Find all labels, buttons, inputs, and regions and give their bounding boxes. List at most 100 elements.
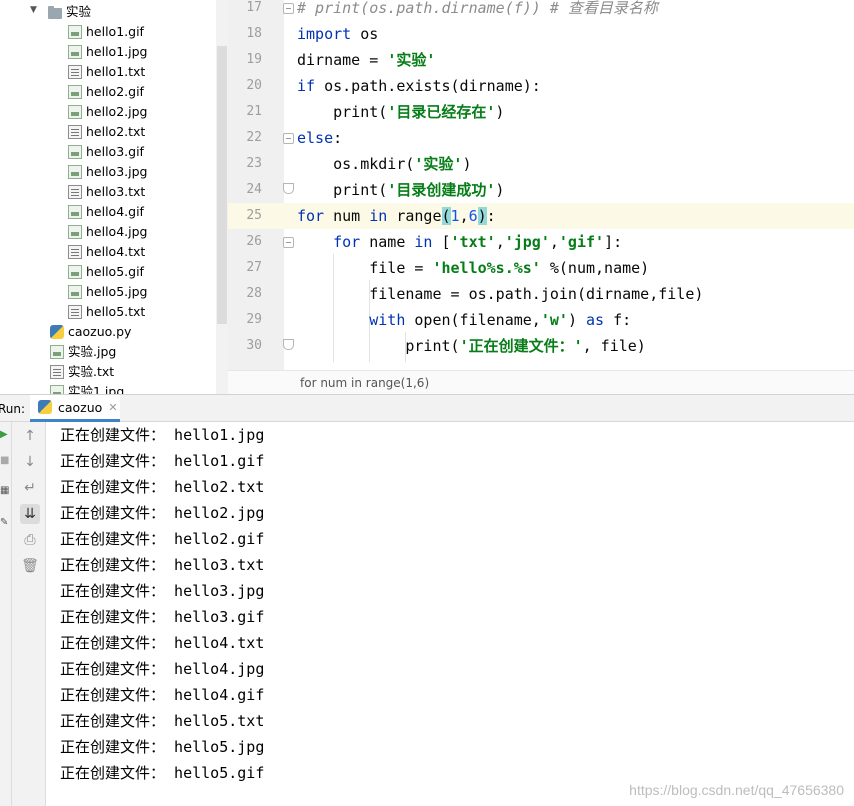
text-file-icon: [68, 245, 82, 259]
text-file-icon: [68, 125, 82, 139]
console-output-filename: hello4.jpg: [174, 660, 265, 678]
console-output-prefix: 正在创建文件：: [60, 738, 166, 756]
code-line-24: print('目录创建成功'): [297, 181, 505, 199]
console-output-prefix: 正在创建文件：: [60, 556, 166, 574]
print-icon[interactable]: ⎙: [20, 530, 40, 550]
tree-file-label: 实验.txt: [68, 364, 115, 379]
tree-file-label: 实验.jpg: [68, 344, 117, 359]
console-output-prefix: 正在创建文件：: [60, 764, 166, 782]
console-output-line: 正在创建文件： hello5.jpg: [60, 734, 264, 760]
tree-file-item[interactable]: hello4.txt: [68, 242, 145, 262]
tree-file-item[interactable]: hello4.gif: [68, 202, 144, 222]
trash-icon[interactable]: 🗑: [20, 556, 40, 576]
fold-marker-icon[interactable]: [283, 133, 294, 144]
rerun-icon[interactable]: ▶: [0, 428, 12, 442]
console-output-prefix: 正在创建文件：: [60, 478, 166, 496]
tree-file-label: hello3.gif: [86, 144, 144, 159]
chevron-down-icon[interactable]: ▼: [30, 5, 40, 15]
tree-file-label: hello3.txt: [86, 184, 146, 199]
console-output-filename: hello3.jpg: [174, 582, 265, 600]
tree-folder-shiyan[interactable]: 实验: [48, 2, 91, 22]
line-number: 20: [246, 78, 262, 93]
tree-file-label: hello2.txt: [86, 124, 146, 139]
code-line-21: print('目录已经存在'): [297, 103, 505, 121]
line-number: 24: [246, 182, 262, 197]
layout-icon[interactable]: ▦: [0, 484, 12, 498]
pin-icon[interactable]: ✎: [0, 516, 12, 530]
tree-file-label: hello5.gif: [86, 264, 144, 279]
tree-file-label: hello1.gif: [86, 24, 144, 39]
code-line-25: for num in range(1,6):: [297, 207, 496, 225]
tree-folder-label: 实验: [66, 4, 92, 19]
code-line-22: else:: [297, 129, 343, 147]
code-line-19: dirname = '实验': [297, 51, 436, 69]
code-line-18: import os: [297, 25, 379, 43]
matched-bracket: (: [441, 207, 451, 225]
console-output-prefix: 正在创建文件：: [60, 504, 166, 522]
console-output-line: 正在创建文件： hello1.jpg: [60, 422, 264, 448]
image-file-icon: [68, 145, 82, 159]
fold-marker-icon[interactable]: [283, 339, 294, 350]
console-output-filename: hello5.gif: [174, 764, 265, 782]
scroll-to-end-icon[interactable]: ⇊: [20, 504, 40, 524]
run-label: Run:: [0, 402, 26, 416]
tree-file-item[interactable]: hello2.gif: [68, 82, 144, 102]
close-icon[interactable]: ✕: [108, 401, 117, 414]
tree-file-label: hello1.txt: [86, 64, 146, 79]
tree-file-item[interactable]: hello3.gif: [68, 142, 144, 162]
tree-file-label: hello2.gif: [86, 84, 144, 99]
tree-file-item[interactable]: hello3.txt: [68, 182, 145, 202]
breadcrumb[interactable]: for num in range(1,6): [228, 370, 854, 394]
tree-root-file-item[interactable]: 实验.txt: [50, 362, 114, 382]
soft-wrap-icon[interactable]: ↵: [20, 478, 40, 498]
arrow-up-icon[interactable]: ↑: [20, 426, 40, 446]
console-output-filename: hello2.txt: [174, 478, 265, 496]
breadcrumb-item[interactable]: for num in range(1,6): [300, 376, 429, 390]
tree-file-item[interactable]: hello2.txt: [68, 122, 145, 142]
tree-root-file-item[interactable]: caozuo.py: [50, 322, 131, 342]
tree-file-item[interactable]: hello1.gif: [68, 22, 144, 42]
console-output-filename: hello4.txt: [174, 634, 265, 652]
run-tab-label: caozuo: [58, 399, 103, 415]
console-output-line: 正在创建文件： hello5.gif: [60, 760, 264, 786]
tree-file-label: hello5.jpg: [86, 284, 148, 299]
console-output-prefix: 正在创建文件：: [60, 452, 166, 470]
folder-icon: [48, 5, 62, 19]
image-file-icon: [50, 345, 64, 359]
tree-root-file-item[interactable]: 实验.jpg: [50, 342, 116, 362]
image-file-icon: [68, 225, 82, 239]
fold-marker-icon[interactable]: [283, 3, 294, 14]
image-file-icon: [50, 385, 64, 394]
stop-icon[interactable]: ■: [0, 454, 12, 468]
console-output-line: 正在创建文件： hello4.txt: [60, 630, 264, 656]
text-file-icon: [50, 365, 64, 379]
code-line-30: print('正在创建文件：', file): [297, 337, 646, 355]
console-output-line: 正在创建文件： hello5.txt: [60, 708, 264, 734]
tree-file-item[interactable]: hello5.gif: [68, 262, 144, 282]
arrow-down-icon[interactable]: ↓: [20, 452, 40, 472]
line-number: 17: [246, 0, 262, 15]
run-tab-caozuo[interactable]: caozuo ✕: [30, 395, 120, 422]
tree-file-item[interactable]: hello5.jpg: [68, 282, 147, 302]
tree-scrollbar-thumb[interactable]: [217, 46, 227, 324]
console-output-prefix: 正在创建文件：: [60, 660, 166, 678]
image-file-icon: [68, 285, 82, 299]
python-icon: [38, 400, 52, 414]
tree-root-file-item[interactable]: 实验1.jpg: [50, 382, 124, 394]
tree-file-item[interactable]: hello3.jpg: [68, 162, 147, 182]
tree-file-item[interactable]: hello4.jpg: [68, 222, 147, 242]
console-output-filename: hello1.jpg: [174, 426, 265, 444]
watermark: https://blog.csdn.net/qq_47656380: [629, 782, 844, 798]
tree-file-item[interactable]: hello2.jpg: [68, 102, 147, 122]
console-output-filename: hello3.txt: [174, 556, 265, 574]
console-output-line: 正在创建文件： hello4.gif: [60, 682, 264, 708]
tree-file-label: hello3.jpg: [86, 164, 148, 179]
fold-marker-icon[interactable]: [283, 237, 294, 248]
tree-file-item[interactable]: hello1.txt: [68, 62, 145, 82]
image-file-icon: [68, 45, 82, 59]
fold-marker-icon[interactable]: [283, 183, 294, 194]
matched-bracket: ): [477, 207, 487, 225]
console-output-line: 正在创建文件： hello2.txt: [60, 474, 264, 500]
tree-file-item[interactable]: hello1.jpg: [68, 42, 147, 62]
tree-file-item[interactable]: hello5.txt: [68, 302, 145, 322]
